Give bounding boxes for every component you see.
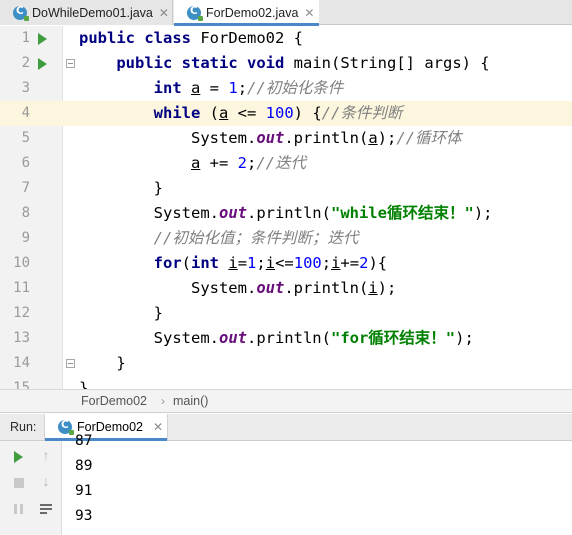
run-tab-fordemo02[interactable]: ForDemo02 ✕: [44, 414, 168, 441]
line-number[interactable]: 7: [0, 176, 30, 201]
line-number[interactable]: 6: [0, 151, 30, 176]
code-line[interactable]: 6 a += 2;//迭代: [0, 151, 572, 176]
code-text: a += 2;//迭代: [190, 154, 307, 172]
code-text: int a = 1;//初始化条件: [153, 79, 344, 97]
stop-icon[interactable]: [11, 475, 27, 491]
tab-label: DoWhileDemo01.java: [32, 5, 153, 20]
code-line[interactable]: 8 System.out.println("while循环结束！");: [0, 201, 572, 226]
line-number[interactable]: 1: [0, 26, 30, 51]
run-toolbar: ↑ ↓: [0, 441, 62, 535]
code-text: }: [79, 304, 163, 322]
code-text: //初始化值；条件判断；迭代: [153, 229, 359, 247]
java-class-icon: [13, 5, 29, 21]
breadcrumb-class[interactable]: ForDemo02: [81, 390, 147, 412]
line-number[interactable]: 10: [0, 251, 30, 276]
code-text: System.out.println(a);//循环体: [79, 129, 462, 147]
run-console-panel: ↑ ↓ 87 89 91 93: [0, 433, 572, 535]
code-text: public static void main(String[] args) {: [116, 54, 490, 72]
code-text: public class ForDemo02 {: [79, 29, 303, 47]
breadcrumb-method[interactable]: main(): [173, 390, 208, 412]
tab-dowhiledemo01[interactable]: DoWhileDemo01.java ✕: [0, 0, 173, 25]
code-text: }: [79, 179, 163, 197]
close-icon[interactable]: ✕: [304, 6, 314, 20]
code-line[interactable]: 9 //初始化值；条件判断；迭代: [0, 226, 572, 251]
editor-tab-bar: DoWhileDemo01.java ✕ ForDemo02.java ✕: [0, 0, 572, 26]
code-line[interactable]: 13 System.out.println("for循环结束！");: [0, 326, 572, 351]
code-line[interactable]: 15}: [0, 376, 572, 389]
code-editor[interactable]: 1 public class ForDemo02 { 2 public static…: [0, 26, 572, 389]
rerun-icon[interactable]: [11, 449, 27, 465]
code-text: }: [79, 379, 89, 389]
line-number[interactable]: 15: [0, 376, 30, 389]
scroll-down-icon[interactable]: ↓: [38, 473, 54, 489]
line-number[interactable]: 11: [0, 276, 30, 301]
tab-label: ForDemo02.java: [206, 5, 299, 20]
console-line: 87: [75, 433, 93, 449]
fold-icon[interactable]: [66, 359, 75, 368]
code-line[interactable]: 2 public static void main(String[] args)…: [0, 51, 572, 76]
code-line[interactable]: 11 System.out.println(i);: [0, 276, 572, 301]
run-gutter-icon[interactable]: [38, 33, 47, 45]
scroll-up-icon[interactable]: ↑: [38, 447, 54, 463]
breadcrumb-separator: ›: [161, 394, 165, 408]
run-gutter-icon[interactable]: [38, 58, 47, 70]
code-text: System.out.println(i);: [79, 279, 397, 297]
tab-fordemo02[interactable]: ForDemo02.java ✕: [174, 0, 319, 26]
code-text: System.out.println("for循环结束！");: [79, 329, 474, 347]
close-icon[interactable]: ✕: [159, 6, 169, 20]
java-class-icon: [187, 5, 203, 21]
line-number[interactable]: 12: [0, 301, 30, 326]
run-label: Run:: [10, 420, 37, 434]
code-line[interactable]: 1 public class ForDemo02 {: [0, 26, 572, 51]
code-line[interactable]: 3 int a = 1;//初始化条件: [0, 76, 572, 101]
line-number[interactable]: 8: [0, 201, 30, 226]
soft-wrap-icon[interactable]: [38, 501, 54, 517]
line-number[interactable]: 9: [0, 226, 30, 251]
code-line[interactable]: 7 }: [0, 176, 572, 201]
line-number[interactable]: 3: [0, 76, 30, 101]
close-icon[interactable]: ✕: [153, 420, 163, 434]
code-line[interactable]: 12 }: [0, 301, 572, 326]
breadcrumb: ForDemo02 › main(): [0, 389, 572, 413]
console-line: 93: [75, 508, 93, 524]
java-class-icon: [58, 419, 74, 435]
code-line[interactable]: 14 }: [0, 351, 572, 376]
code-text: System.out.println("while循环结束！");: [79, 204, 493, 222]
console-output[interactable]: 87 89 91 93: [75, 429, 92, 529]
line-number[interactable]: 5: [0, 126, 30, 151]
fold-icon[interactable]: [66, 59, 75, 68]
console-line: 91: [75, 483, 93, 499]
code-text: }: [79, 354, 126, 372]
code-line[interactable]: 5 System.out.println(a);//循环体: [0, 126, 572, 151]
code-text: while (a <= 100) {//条件判断: [153, 104, 403, 122]
code-text: for(int i=1;i<=100;i+=2){: [153, 254, 388, 272]
console-line: 89: [75, 458, 93, 474]
line-number[interactable]: 4: [0, 101, 30, 126]
code-line[interactable]: 10 for(int i=1;i<=100;i+=2){: [0, 251, 572, 276]
line-number[interactable]: 13: [0, 326, 30, 351]
code-line[interactable]: 4 while (a <= 100) {//条件判断: [0, 101, 572, 126]
pause-icon[interactable]: [11, 501, 27, 517]
line-number[interactable]: 14: [0, 351, 30, 376]
line-number[interactable]: 2: [0, 51, 30, 76]
